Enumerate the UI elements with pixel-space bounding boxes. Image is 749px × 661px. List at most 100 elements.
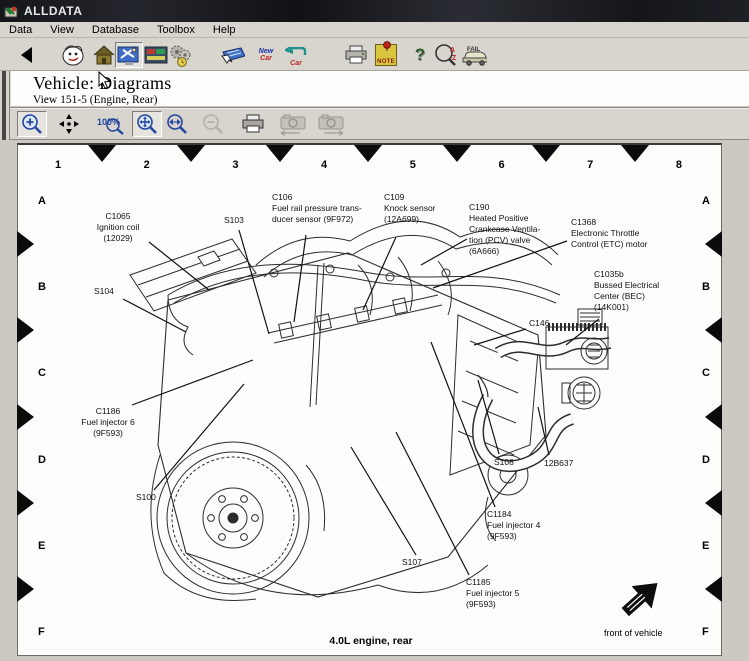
print-icon [344, 45, 368, 65]
title-bar: ALLDATA [0, 0, 749, 22]
zoom-fit-button[interactable] [132, 111, 162, 137]
fail-car-button[interactable]: FAIL [460, 42, 488, 68]
note-button[interactable]: NOTE [372, 42, 400, 68]
diagram-callout: C1186 Fuel injector 6 (9F593) [62, 406, 154, 439]
grid-row-label-right: C [702, 367, 710, 379]
diagram-callout: C106 Fuel rail pressure trans- ducer sen… [272, 192, 384, 225]
zoom-width-button[interactable] [162, 111, 192, 137]
pan-button[interactable] [54, 111, 84, 137]
grid-row-label-right: D [702, 454, 710, 466]
grid-row-label-left: F [38, 626, 45, 638]
grid-column-label: 8 [669, 159, 689, 171]
grid-column-marker [354, 145, 382, 162]
mascot-button[interactable] [60, 42, 88, 68]
grid-row-label-right: E [702, 540, 709, 552]
return-car-icon: Car [285, 44, 307, 67]
keyboard-button[interactable] [218, 42, 246, 68]
print-button[interactable] [342, 42, 370, 68]
prev-image-icon [278, 112, 308, 136]
grid-column-marker [88, 145, 116, 162]
grid-column-marker [532, 145, 560, 162]
diagram-callout: S100 [136, 492, 176, 503]
print-diagram-button[interactable] [238, 111, 268, 137]
diagram-callout: S104 [94, 286, 134, 297]
grid-row-marker-right [705, 231, 722, 257]
zoom-100-button[interactable]: 100% [94, 111, 128, 137]
zoom-out-icon [202, 113, 224, 135]
callout-leader-line [154, 384, 244, 490]
return-car-button[interactable]: Car [282, 42, 310, 68]
callout-leader-line [149, 242, 209, 290]
grid-row-marker-left [17, 490, 34, 516]
home-button[interactable] [90, 42, 118, 68]
grid-row-marker-right [705, 576, 722, 602]
osc-icon [144, 46, 168, 64]
grid-column-label: 4 [314, 159, 334, 171]
back-icon [18, 46, 34, 64]
main-toolbar: New Car Car NOTE ? [0, 38, 749, 71]
grid-column-label: 5 [403, 159, 423, 171]
new-car-button[interactable]: New Car [252, 42, 280, 68]
grid-column-label: 1 [48, 159, 68, 171]
osc-button[interactable] [142, 42, 170, 68]
zoom-out-button[interactable] [198, 111, 228, 137]
grid-column-marker [266, 145, 294, 162]
keyboard-icon [219, 44, 245, 66]
zoom-100-icon: 100% [96, 113, 126, 135]
callout-leader-line [239, 230, 269, 334]
help-icon: ? [415, 45, 425, 65]
diagram-callout: C1368 Electronic Throttle Control (ETC) … [571, 217, 679, 250]
zoom-fit-icon [136, 113, 158, 135]
grid-row-marker-left [17, 404, 34, 430]
grid-row-label-left: B [38, 281, 46, 293]
maintenance-button[interactable] [167, 42, 195, 68]
diagram-callout: S107 [402, 557, 442, 568]
diagram-toolbar: 100% [10, 107, 749, 140]
prev-image-button[interactable] [276, 111, 310, 137]
grid-row-marker-left [17, 317, 34, 343]
page-header: Vehicle: Diagrams View 151-5 (Engine, Re… [11, 71, 749, 107]
note-icon: NOTE [375, 44, 397, 66]
home-icon [92, 44, 116, 66]
diagram-viewport[interactable]: 4.0L engine, rear front of vehicle 12345… [0, 140, 749, 661]
grid-row-marker-left [17, 231, 34, 257]
print-diagram-icon [241, 114, 265, 134]
alldata-window: ALLDATA Data View Database Toolbox Help [0, 0, 749, 661]
grid-row-marker-right [705, 317, 722, 343]
back-button[interactable] [12, 42, 40, 68]
grid-row-label-right: F [702, 626, 709, 638]
help-button[interactable]: ? [406, 42, 434, 68]
diagram-callout: C190 Heated Positive Crankcase Ventila- … [469, 202, 565, 257]
grid-column-marker [177, 145, 205, 162]
app-logo-icon [4, 4, 19, 19]
callout-leader-line [396, 432, 469, 575]
diagram-callout: C1035b Bussed Electrical Center (BEC) (1… [594, 269, 690, 313]
diagram-callout: 12B637 [544, 458, 596, 469]
menu-help[interactable]: Help [204, 24, 245, 36]
zoom-in-icon [21, 113, 43, 135]
grid-row-label-left: C [38, 367, 46, 379]
menu-view[interactable]: View [41, 24, 83, 36]
front-of-vehicle-label: front of vehicle [604, 628, 663, 638]
callout-leader-line [132, 360, 253, 405]
search-button[interactable]: A Z [432, 42, 460, 68]
menu-database[interactable]: Database [83, 24, 148, 36]
menu-toolbox[interactable]: Toolbox [148, 24, 204, 36]
menu-bar: Data View Database Toolbox Help [0, 22, 749, 38]
grid-row-marker-left [17, 576, 34, 602]
svg-text:Z: Z [452, 55, 457, 62]
diagrams-button[interactable] [115, 42, 143, 68]
callout-leader-line [294, 235, 306, 322]
zoom-width-icon [166, 113, 188, 135]
callout-leader-line [351, 447, 416, 555]
diagram-callout: S103 [224, 215, 264, 226]
diagram-callout: S108 [494, 457, 534, 468]
callout-leader-line [431, 342, 495, 507]
callout-leader-line [123, 299, 186, 332]
next-image-button[interactable] [314, 111, 348, 137]
diagram-page: 4.0L engine, rear front of vehicle 12345… [17, 143, 722, 656]
zoom-in-button[interactable] [17, 111, 47, 137]
menu-data[interactable]: Data [0, 24, 41, 36]
grid-row-marker-right [705, 404, 722, 430]
grid-row-label-left: E [38, 540, 45, 552]
